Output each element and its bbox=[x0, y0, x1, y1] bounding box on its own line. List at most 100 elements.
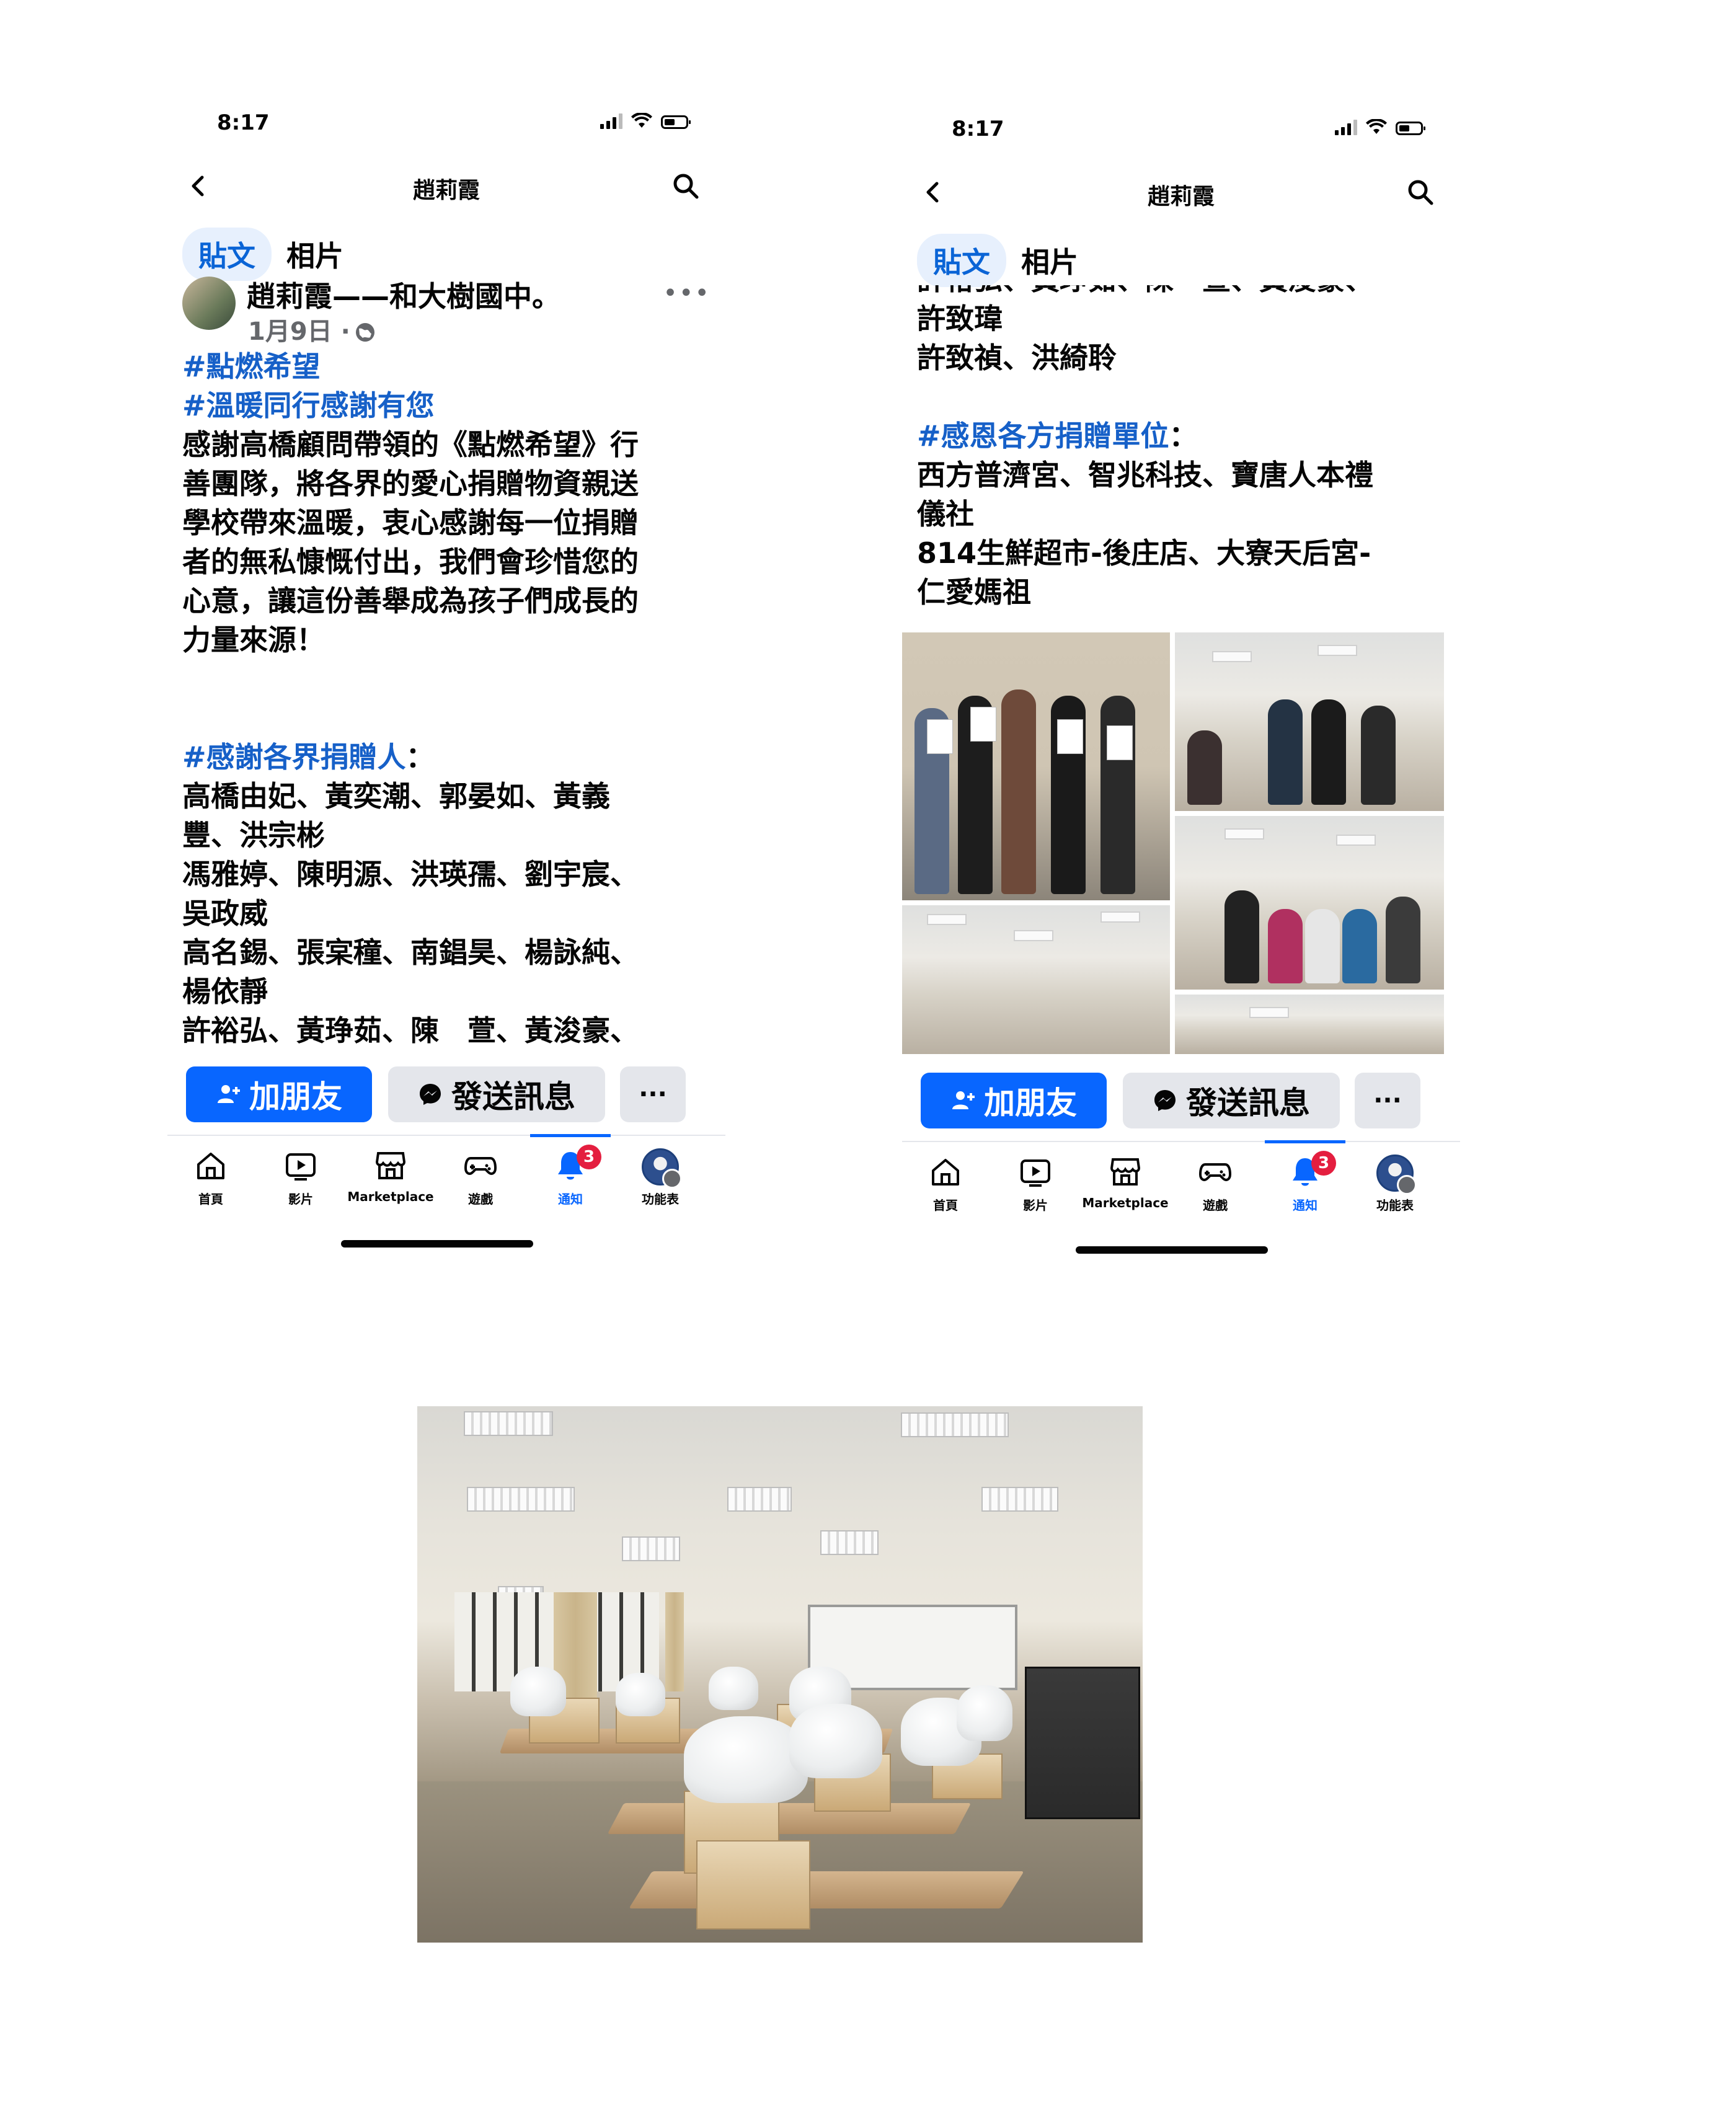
tab-label: 首頁 bbox=[198, 1192, 223, 1207]
hashtag-link[interactable]: #溫暖同行感謝有您 bbox=[182, 386, 711, 425]
notification-badge: 3 bbox=[1311, 1151, 1336, 1176]
post-content: 許裕弘、黃琤茹、陳 萱、黃浚豪、 許致瑋 許致禎、洪綺聆 #感恩各方捐贈單位： … bbox=[902, 285, 1460, 1066]
colon: ： bbox=[1169, 419, 1198, 453]
active-tab-indicator bbox=[1265, 1140, 1345, 1143]
send-message-label: 發送訊息 bbox=[451, 1079, 575, 1115]
active-tab-indicator bbox=[530, 1134, 611, 1137]
unit-line: 仁愛媽祖 bbox=[917, 575, 1031, 609]
tab-label: 功能表 bbox=[642, 1192, 679, 1207]
post-text: 許裕弘、黃琤茹、陳 萱、黃浚豪、 許致瑋 許致禎、洪綺聆 #感恩各方捐贈單位： … bbox=[902, 285, 1460, 612]
post-more-options-button[interactable]: ••• bbox=[663, 279, 711, 308]
more-actions-button[interactable]: ··· bbox=[620, 1066, 686, 1122]
home-icon bbox=[932, 1159, 959, 1186]
tab-label: 遊戲 bbox=[1203, 1198, 1228, 1213]
gaming-icon bbox=[1198, 1163, 1232, 1181]
tab-label: 首頁 bbox=[933, 1198, 958, 1213]
tab-menu[interactable]: 功能表 bbox=[617, 1148, 704, 1207]
profile-name-title: 趙莉霞 bbox=[1147, 184, 1215, 210]
profile-menu-icon bbox=[1376, 1155, 1417, 1195]
add-friend-label: 加朋友 bbox=[984, 1085, 1077, 1121]
unit-line: 儀社 bbox=[917, 497, 974, 531]
post-photo-students[interactable] bbox=[1175, 816, 1444, 990]
author-avatar[interactable] bbox=[182, 277, 236, 330]
more-actions-button[interactable]: ··· bbox=[1355, 1073, 1420, 1128]
battery-icon bbox=[1396, 122, 1425, 135]
tab-notifications[interactable]: 3 通知 bbox=[527, 1134, 614, 1207]
tab-notifications[interactable]: 3 通知 bbox=[1262, 1140, 1348, 1213]
tab-video[interactable]: 影片 bbox=[992, 1155, 1079, 1213]
wifi-icon bbox=[631, 113, 652, 128]
profile-name-title: 趙莉霞 bbox=[412, 178, 480, 203]
status-time: 8:17 bbox=[217, 110, 270, 135]
unit-line: 814生鮮超市-後庄店、大寮天后宮- bbox=[917, 536, 1371, 570]
post-photo-more[interactable] bbox=[1175, 995, 1444, 1054]
donor-line: 許裕弘、黃琤茹、陳 萱、黃浚豪、 bbox=[182, 1014, 639, 1047]
add-friend-button[interactable]: 加朋友 bbox=[186, 1066, 372, 1122]
cellular-signal-icon bbox=[600, 113, 622, 129]
hashtag-link[interactable]: #點燃希望 bbox=[182, 347, 711, 386]
post-date: 1月9日 · bbox=[248, 311, 376, 347]
donor-line: 許致禎、洪綺聆 bbox=[917, 341, 1117, 375]
post-header: 趙莉霞——和大樹國中。 1月9日 · ••• bbox=[167, 273, 725, 347]
profile-menu-icon bbox=[642, 1148, 682, 1189]
status-bar: 8:17 bbox=[902, 112, 1460, 149]
body-line: 力量來源！ bbox=[182, 623, 325, 657]
notification-badge: 3 bbox=[577, 1145, 601, 1169]
post-content: 趙莉霞——和大樹國中。 1月9日 · ••• #點燃希望 #溫暖同行感謝有您 感… bbox=[167, 273, 725, 1066]
add-friend-icon bbox=[952, 1091, 975, 1109]
gaming-icon bbox=[464, 1157, 497, 1175]
tab-label: 功能表 bbox=[1376, 1198, 1414, 1213]
messenger-icon bbox=[420, 1084, 441, 1105]
tab-label: 影片 bbox=[288, 1192, 313, 1207]
post-photo-group[interactable] bbox=[902, 632, 1170, 900]
tab-home[interactable]: 首頁 bbox=[167, 1148, 254, 1207]
post-photo-classroom[interactable] bbox=[902, 905, 1170, 1054]
body-line: 善團隊，將各界的愛心捐贈物資親送 bbox=[182, 467, 639, 500]
tab-label: 遊戲 bbox=[468, 1192, 493, 1207]
status-time: 8:17 bbox=[952, 117, 1004, 141]
phone-screenshot-left: 8:17 趙莉霞 貼文 相片 趙莉霞——和大樹國中。 1月9日 · ••• #點… bbox=[167, 105, 725, 1296]
donor-line: 高名錫、張宲穜、南錩昊、楊詠純、 bbox=[182, 936, 639, 969]
top-navigation: 趙莉霞 bbox=[902, 167, 1460, 217]
battery-icon bbox=[661, 115, 691, 129]
tab-photos[interactable]: 相片 bbox=[1019, 234, 1094, 287]
marketplace-icon bbox=[1110, 1158, 1141, 1186]
tab-video[interactable]: 影片 bbox=[257, 1148, 344, 1207]
hashtag-link[interactable]: #感恩各方捐贈單位 bbox=[917, 419, 1169, 453]
send-message-label: 發送訊息 bbox=[1186, 1085, 1310, 1121]
send-message-button[interactable]: 發送訊息 bbox=[1123, 1073, 1340, 1128]
donor-line: 楊依靜 bbox=[182, 975, 268, 1008]
tab-home[interactable]: 首頁 bbox=[902, 1155, 989, 1213]
tab-marketplace[interactable]: Marketplace bbox=[347, 1148, 434, 1204]
tab-label: Marketplace bbox=[1082, 1195, 1169, 1210]
body-line: 學校帶來溫暖，衷心感謝每一位捐贈 bbox=[182, 506, 639, 539]
unit-line: 西方普濟宮、智兆科技、寶唐人本禮 bbox=[917, 458, 1373, 492]
search-icon[interactable] bbox=[1406, 177, 1435, 207]
video-icon bbox=[286, 1153, 316, 1181]
top-navigation: 趙莉霞 bbox=[167, 161, 725, 211]
wifi-icon bbox=[1366, 119, 1387, 134]
donor-line: 高橋由妃、黃奕潮、郭晏如、黃義 bbox=[182, 779, 610, 813]
body-line: 者的無私慷慨付出，我們會珍惜您的 bbox=[182, 545, 639, 578]
profile-action-bar: 加朋友 發送訊息 ··· bbox=[167, 1060, 725, 1128]
donors-heading: #感謝各界捐贈人： bbox=[182, 738, 711, 777]
tab-gaming[interactable]: 遊戲 bbox=[1172, 1155, 1259, 1213]
donor-line: 馮雅婷、陳明源、洪瑛孺、劉宇宸、 bbox=[182, 858, 639, 891]
tab-label: 通知 bbox=[1293, 1198, 1318, 1213]
tab-label: 通知 bbox=[558, 1192, 583, 1207]
hashtag-link[interactable]: #感謝各界捐贈人 bbox=[182, 740, 406, 774]
post-photo-room[interactable] bbox=[1175, 632, 1444, 811]
send-message-button[interactable]: 發送訊息 bbox=[388, 1066, 605, 1122]
tab-marketplace[interactable]: Marketplace bbox=[1082, 1155, 1169, 1210]
post-author[interactable]: 趙莉霞——和大樹國中。 bbox=[247, 274, 560, 315]
home-indicator bbox=[341, 1240, 533, 1248]
globe-icon bbox=[355, 323, 374, 342]
tab-gaming[interactable]: 遊戲 bbox=[437, 1148, 524, 1207]
colon: ： bbox=[405, 740, 435, 774]
tab-posts[interactable]: 貼文 bbox=[917, 234, 1006, 287]
tab-menu[interactable]: 功能表 bbox=[1352, 1155, 1438, 1213]
add-friend-button[interactable]: 加朋友 bbox=[921, 1073, 1107, 1128]
bottom-tab-bar: 首頁 影片 Marketplace 遊戲 3 通知 功能表 bbox=[167, 1134, 725, 1235]
search-icon[interactable] bbox=[671, 171, 701, 201]
post-text: #點燃希望 #溫暖同行感謝有您 感謝高橋顧問帶領的《點燃希望》行 善團隊，將各界… bbox=[167, 347, 725, 1050]
